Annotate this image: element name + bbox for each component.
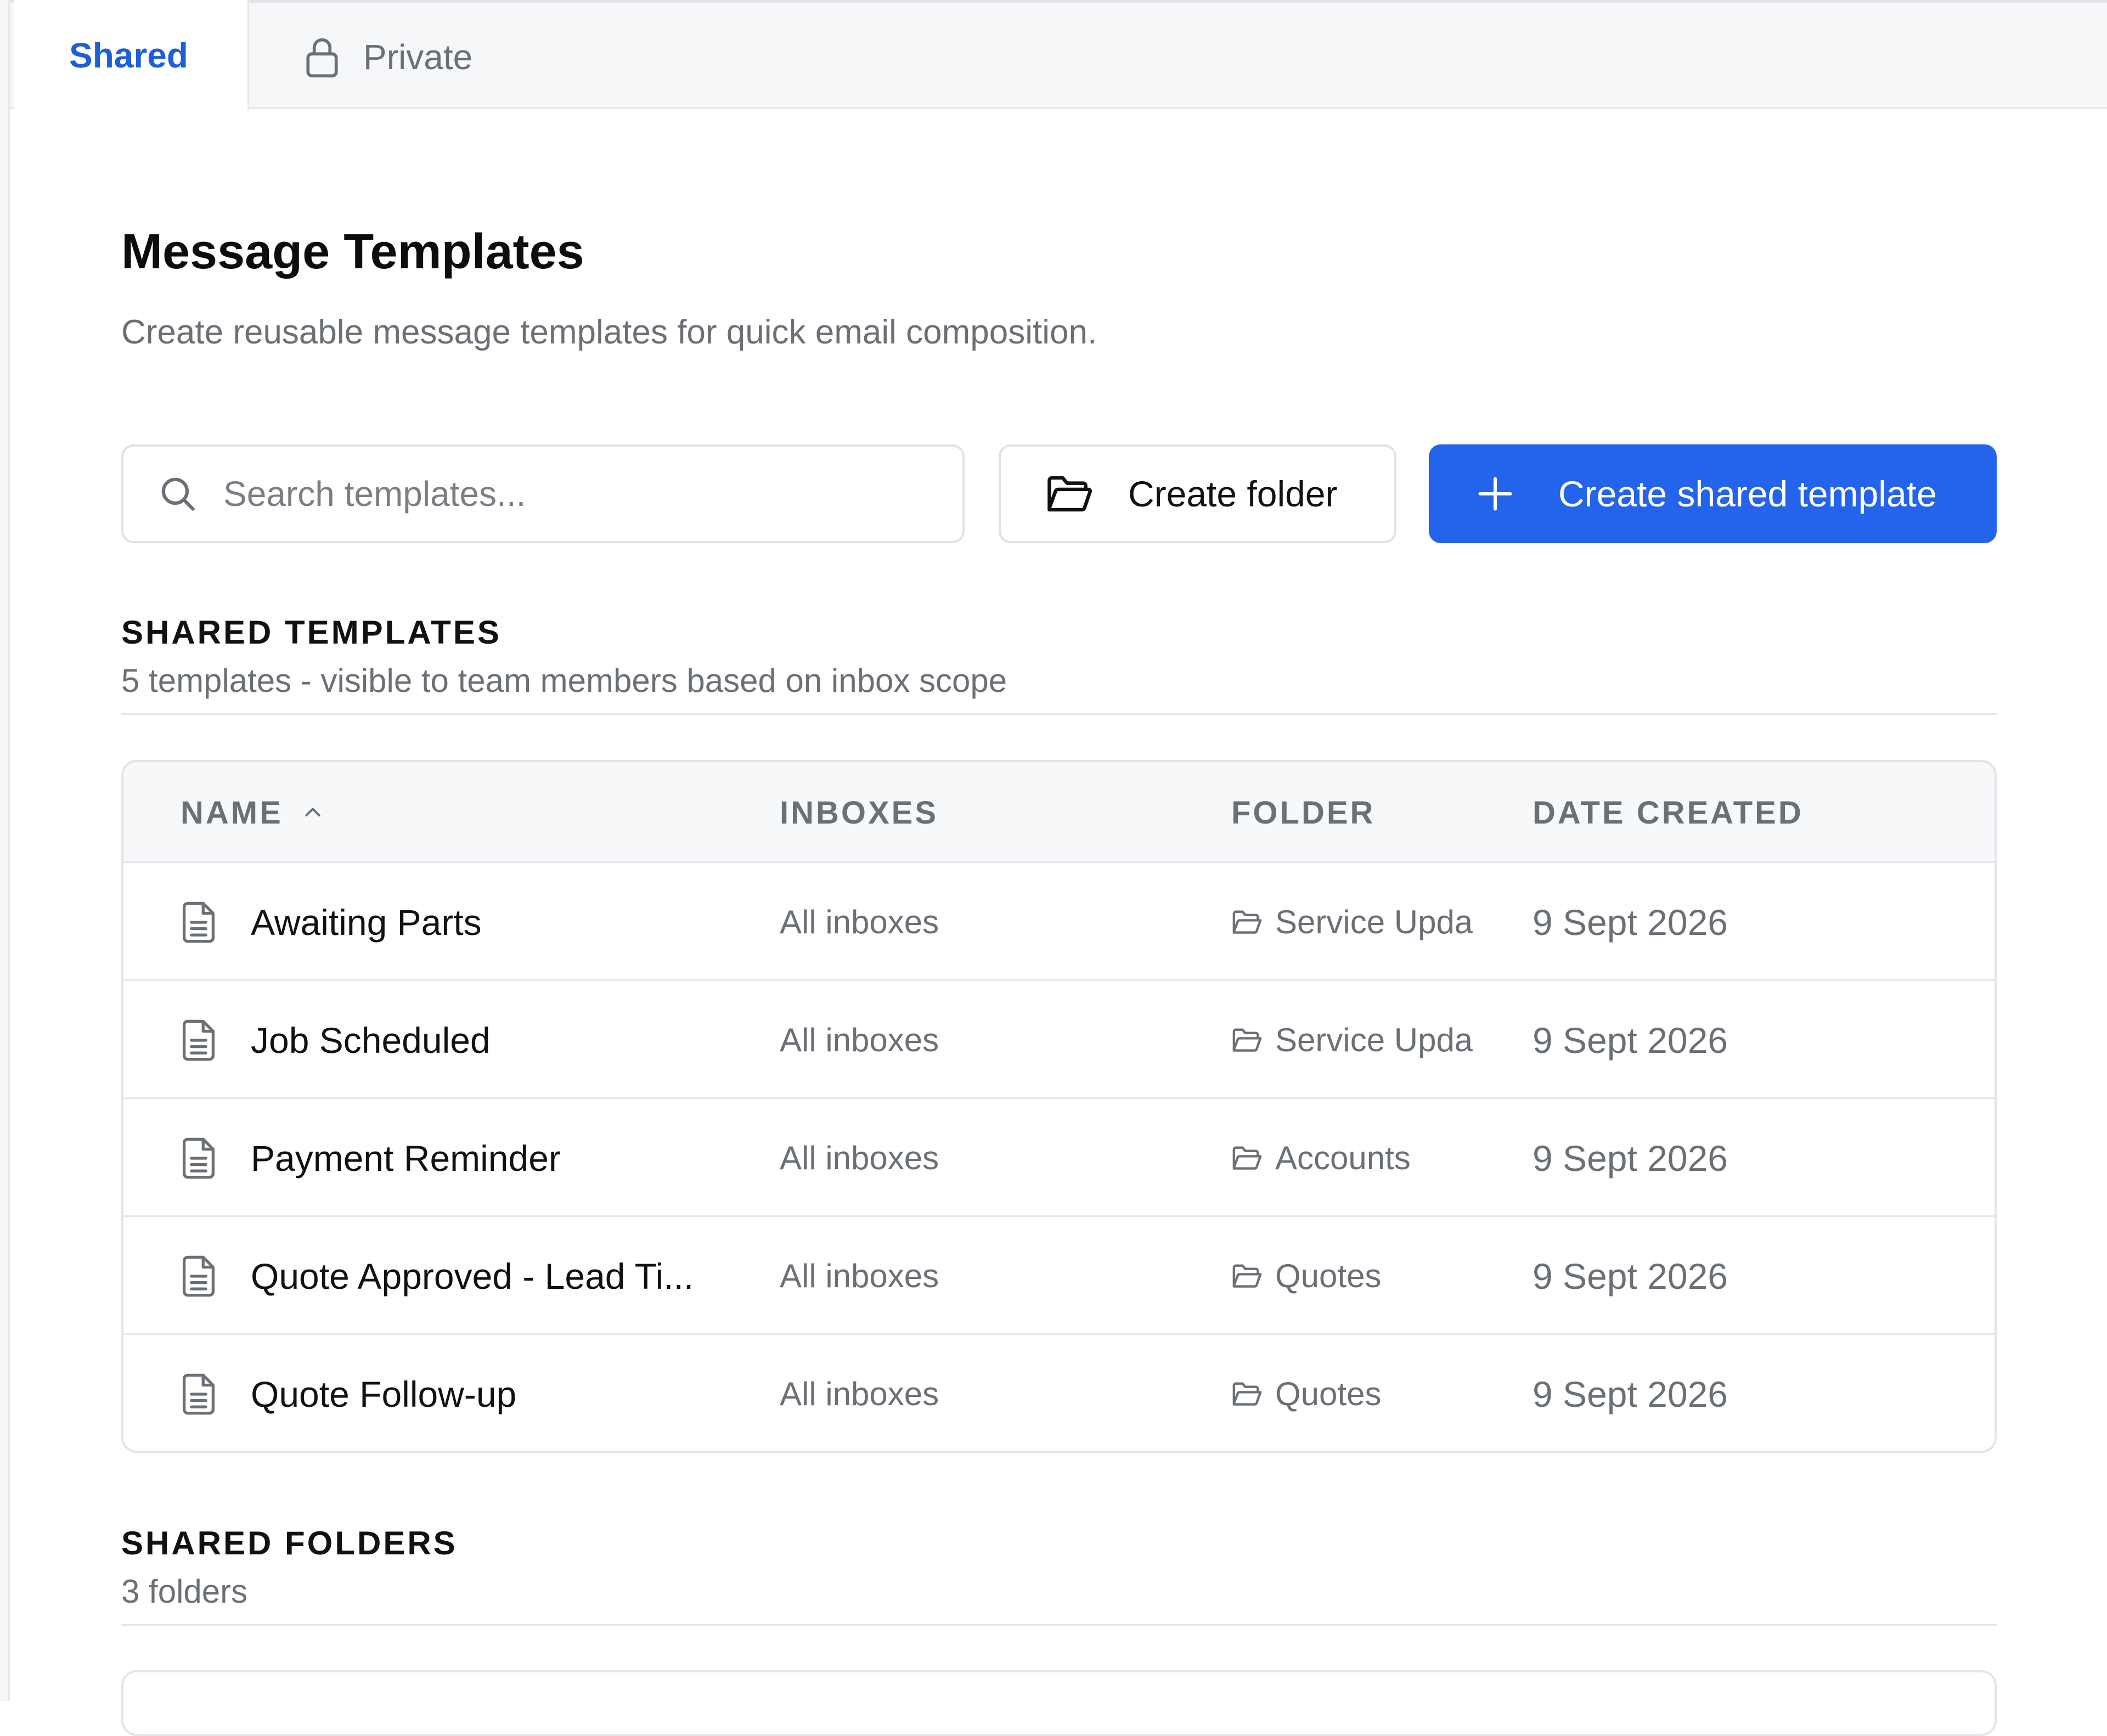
tab-shared-label: Shared (69, 35, 188, 75)
shared-templates-heading: SHARED TEMPLATES (121, 614, 502, 651)
folder-icon (1232, 1264, 1262, 1288)
document-icon (182, 1255, 215, 1297)
column-header-folder: FOLDER (1231, 762, 1375, 863)
search-input[interactable] (222, 473, 910, 515)
create-folder-button[interactable]: Create folder (999, 444, 1396, 543)
document-icon (182, 901, 215, 943)
document-icon (182, 1373, 215, 1414)
date-created-cell: 9 Sept 2026 (1533, 1137, 1728, 1179)
shared-folders-heading: SHARED FOLDERS (121, 1525, 458, 1562)
template-name-cell[interactable]: Job Scheduled (181, 981, 491, 1099)
table-row[interactable]: Quote Approved - Lead Ti... All inboxes Qu… (123, 1217, 1995, 1335)
template-name-cell[interactable]: Quote Follow-up (181, 1335, 517, 1451)
sort-ascending-icon (305, 808, 320, 816)
folder-cell: Service Upda (1231, 863, 1495, 981)
inboxes-cell: All inboxes (780, 904, 939, 940)
date-created-cell: 9 Sept 2026 (1533, 901, 1728, 943)
document-icon (182, 1019, 215, 1061)
shared-templates-count: 5 templates - visible to team members ba… (121, 662, 1007, 699)
table-row[interactable]: Payment Reminder All inboxes Accounts 9 Sep… (123, 1099, 1995, 1217)
tab-bar: Shared Private (10, 0, 2107, 111)
template-name-cell[interactable]: Awaiting Parts (181, 863, 482, 981)
template-name: Payment Reminder (251, 1137, 561, 1179)
inboxes-cell: All inboxes (780, 1258, 939, 1294)
plus-icon (1478, 477, 1512, 511)
folder-icon (1232, 1146, 1262, 1170)
folder-cell: Accounts (1231, 1099, 1495, 1217)
date-created-cell: 9 Sept 2026 (1533, 1373, 1728, 1414)
folder-name: Quotes (1275, 1258, 1382, 1294)
search-box[interactable] (121, 444, 965, 543)
table-header: NAME INBOXES FOLDER DATE CREATED (123, 762, 1995, 863)
folder-name: Accounts (1275, 1140, 1411, 1176)
page-title: Message Templates (121, 224, 584, 279)
folder-open-icon (1047, 476, 1092, 512)
template-name: Awaiting Parts (251, 901, 482, 943)
templates-table: NAME INBOXES FOLDER DATE CREATED Awaitin… (121, 760, 1997, 1453)
table-row[interactable]: Awaiting Parts All inboxes Service Upda 9 S… (123, 863, 1995, 981)
folder-icon (1232, 1382, 1262, 1406)
table-row[interactable]: Job Scheduled All inboxes Service Upda 9 Se… (123, 981, 1995, 1099)
table-row[interactable]: Quote Follow-up All inboxes Quotes 9 Sept 2… (123, 1335, 1995, 1451)
column-header-name[interactable]: NAME (181, 762, 324, 863)
folder-name: Quotes (1275, 1376, 1382, 1412)
create-shared-template-button[interactable]: Create shared template (1429, 444, 1997, 543)
page-subtitle: Create reusable message templates for qu… (121, 313, 1097, 351)
folder-cell: Quotes (1231, 1217, 1495, 1335)
column-header-date-label: DATE CREATED (1533, 794, 1804, 831)
create-folder-label: Create folder (1128, 474, 1338, 514)
folder-name: Service Upda (1275, 904, 1473, 940)
folder-cell: Service Upda (1231, 981, 1495, 1099)
inboxes-cell: All inboxes (780, 1376, 939, 1412)
date-created-cell: 9 Sept 2026 (1533, 1019, 1728, 1061)
folder-name: Service Upda (1275, 1022, 1473, 1058)
column-header-folder-label: FOLDER (1231, 794, 1376, 831)
tab-private-label: Private (363, 37, 473, 77)
section-divider (121, 1624, 1997, 1626)
lock-icon (306, 38, 338, 78)
section-divider (121, 713, 1997, 715)
inboxes-cell: All inboxes (780, 1022, 939, 1058)
column-header-date-created: DATE CREATED (1533, 762, 1804, 863)
template-name: Quote Follow-up (251, 1373, 517, 1414)
template-name-cell[interactable]: Payment Reminder (181, 1099, 561, 1217)
document-icon (182, 1137, 215, 1179)
left-edge-rule (0, 0, 10, 1701)
tab-private[interactable]: Private (303, 3, 472, 111)
template-name-cell[interactable]: Quote Approved - Lead Ti... (181, 1217, 694, 1335)
column-header-inboxes: INBOXES (780, 762, 938, 863)
column-header-inboxes-label: INBOXES (780, 794, 939, 831)
inboxes-cell: All inboxes (780, 1140, 939, 1176)
template-name: Job Scheduled (251, 1019, 491, 1061)
folder-icon (1232, 1028, 1262, 1052)
column-header-name-label: NAME (181, 794, 283, 831)
folder-cell: Quotes (1231, 1335, 1495, 1451)
tab-shared[interactable]: Shared (14, 0, 249, 110)
shared-folders-count: 3 folders (121, 1573, 248, 1610)
folders-table (121, 1670, 1997, 1736)
search-icon (161, 477, 195, 511)
date-created-cell: 9 Sept 2026 (1533, 1255, 1728, 1297)
create-shared-template-label: Create shared template (1558, 474, 1937, 514)
folder-icon (1232, 910, 1262, 934)
template-name: Quote Approved - Lead Ti... (251, 1255, 694, 1297)
